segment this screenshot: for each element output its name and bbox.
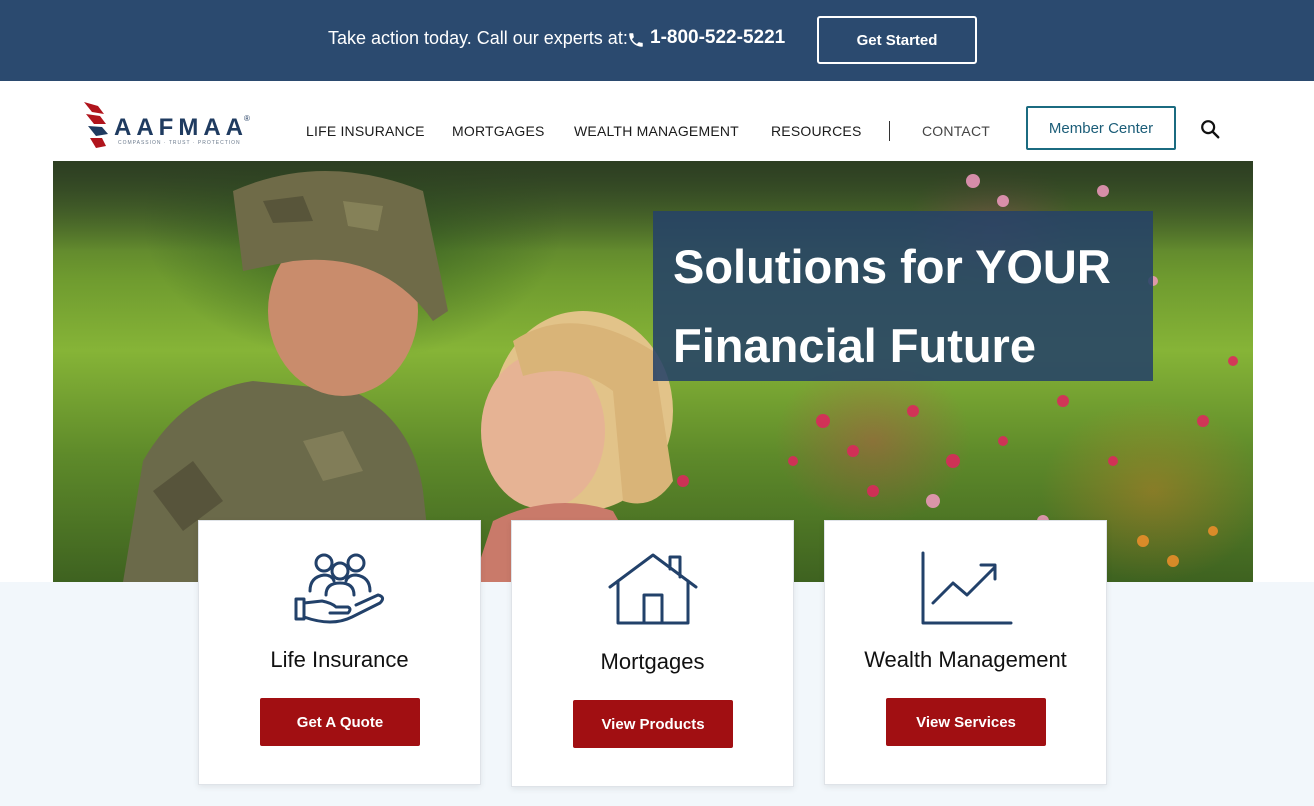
member-center-button[interactable]: Member Center xyxy=(1026,106,1176,150)
phone-number-link[interactable]: 1-800-522-5221 xyxy=(650,27,785,49)
aafmaa-logo[interactable]: AAFMAA ® COMPASSION · TRUST · PROTECTION xyxy=(84,100,254,150)
get-started-button[interactable]: Get Started xyxy=(817,16,977,64)
wealth-management-card: Wealth Management View Services xyxy=(824,520,1107,785)
hero-headline: Solutions for YOUR Financial Future xyxy=(673,227,1143,385)
registered-mark: ® xyxy=(244,114,250,123)
hero-headline-line-2: Financial Future xyxy=(673,319,1036,372)
nav-life-insurance[interactable]: LIFE INSURANCE xyxy=(306,123,425,139)
call-to-action-text: Take action today. Call our experts at: xyxy=(328,28,628,48)
nav-contact[interactable]: CONTACT xyxy=(922,123,990,139)
logo-tagline: COMPASSION · TRUST · PROTECTION xyxy=(118,140,241,146)
logo-wordmark: AAFMAA xyxy=(114,114,248,141)
life-insurance-title: Life Insurance xyxy=(270,647,409,672)
nav-resources[interactable]: RESOURCES xyxy=(771,123,861,139)
mortgages-card: Mortgages View Products xyxy=(511,520,794,787)
nav-wealth-management[interactable]: WEALTH MANAGEMENT xyxy=(574,123,739,139)
life-insurance-card: Life Insurance Get A Quote xyxy=(198,520,481,785)
growth-chart-icon xyxy=(921,551,1013,625)
house-icon xyxy=(608,553,698,625)
nav-divider xyxy=(889,121,890,141)
top-banner: Take action today. Call our experts at: … xyxy=(0,0,1314,81)
hero-headline-line-1: Solutions for YOUR xyxy=(673,240,1111,293)
phone-icon xyxy=(629,33,643,47)
search-icon[interactable] xyxy=(1199,118,1221,140)
logo-mark-icon xyxy=(84,102,108,148)
view-services-button[interactable]: View Services xyxy=(886,698,1046,746)
family-hand-icon xyxy=(294,553,385,624)
nav-mortgages[interactable]: MORTGAGES xyxy=(452,123,545,139)
mortgages-title: Mortgages xyxy=(600,649,705,674)
hero-headline-box: Solutions for YOUR Financial Future xyxy=(653,211,1153,381)
get-a-quote-button[interactable]: Get A Quote xyxy=(260,698,420,746)
view-products-button[interactable]: View Products xyxy=(573,700,733,748)
wealth-management-title: Wealth Management xyxy=(864,647,1067,672)
